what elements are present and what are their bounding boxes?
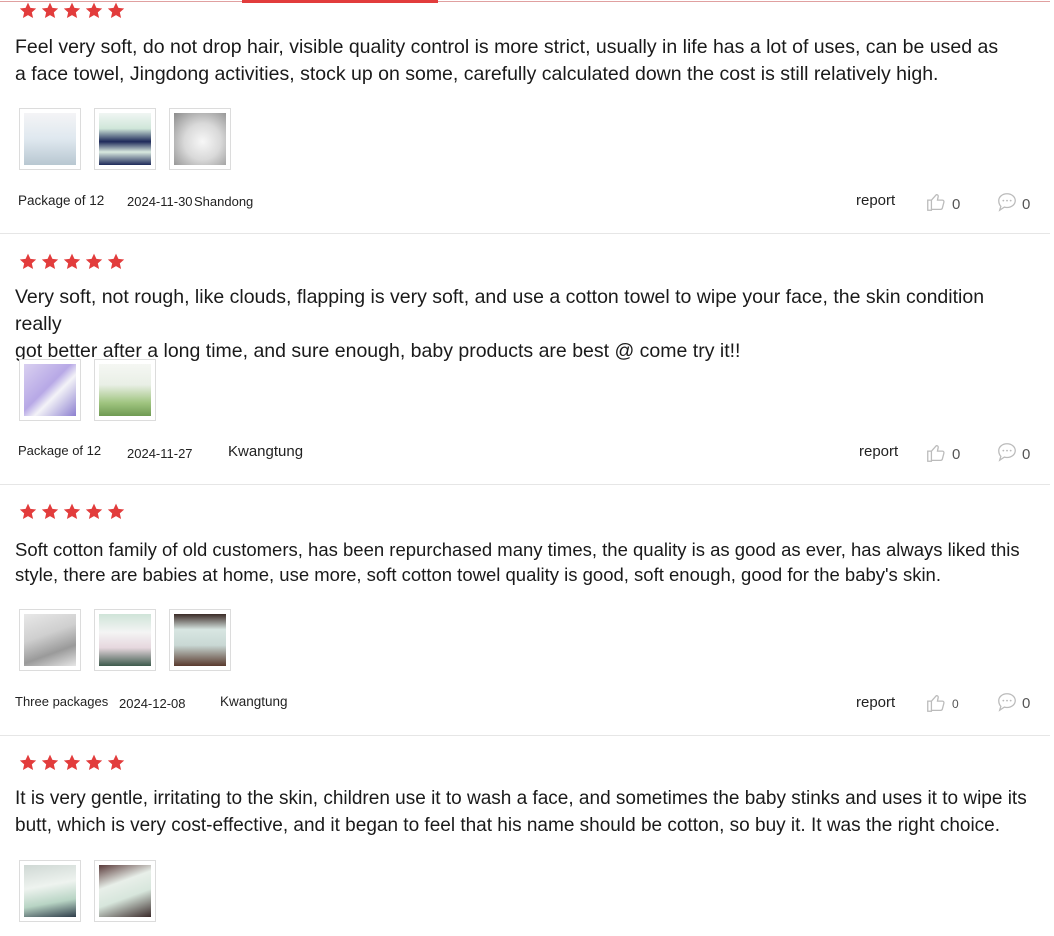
purchase-variant: Package of 12 bbox=[18, 193, 105, 208]
review-image[interactable] bbox=[19, 609, 81, 671]
star-icon bbox=[63, 253, 81, 269]
review-item: Very soft, not rough, like clouds, flapp… bbox=[0, 234, 1050, 485]
comment-icon[interactable] bbox=[996, 441, 1018, 463]
star-icon bbox=[41, 754, 59, 770]
review-image[interactable] bbox=[94, 609, 156, 671]
star-icon bbox=[41, 2, 59, 19]
review-image[interactable] bbox=[94, 108, 156, 170]
review-location: Shandong bbox=[194, 194, 254, 209]
star-icon bbox=[41, 253, 59, 269]
star-icon bbox=[41, 503, 59, 519]
purchase-variant: Three packages bbox=[15, 694, 109, 709]
review-image[interactable] bbox=[19, 860, 81, 922]
star-icon bbox=[85, 253, 103, 269]
review-image[interactable] bbox=[19, 108, 81, 170]
star-icon bbox=[19, 503, 37, 519]
star-icon bbox=[63, 2, 81, 19]
like-count: 0 bbox=[952, 446, 961, 463]
star-rating bbox=[18, 1, 126, 21]
review-image[interactable] bbox=[94, 860, 156, 922]
comment-count: 0 bbox=[1022, 446, 1031, 463]
star-icon bbox=[63, 754, 81, 770]
star-icon bbox=[85, 754, 103, 770]
star-icon bbox=[107, 503, 125, 519]
comment-icon[interactable] bbox=[996, 191, 1018, 213]
purchase-variant: Package of 12 bbox=[18, 443, 102, 458]
like-count: 0 bbox=[952, 697, 959, 711]
star-icon bbox=[107, 754, 125, 770]
review-text: Feel very soft, do not drop hair, visibl… bbox=[15, 36, 999, 85]
report-link[interactable]: report bbox=[856, 694, 895, 711]
review-item: It is very gentle, irritating to the ski… bbox=[0, 736, 1050, 936]
star-icon bbox=[19, 2, 37, 19]
star-rating bbox=[18, 252, 126, 272]
review-location: Kwangtung bbox=[220, 694, 288, 709]
review-images bbox=[19, 108, 231, 170]
star-icon bbox=[19, 754, 37, 770]
star-icon bbox=[107, 2, 125, 19]
report-link[interactable]: report bbox=[856, 192, 895, 209]
review-image[interactable] bbox=[169, 609, 231, 671]
review-date: 2024-11-27 bbox=[127, 446, 193, 461]
star-rating bbox=[18, 753, 126, 773]
thumbs-up-icon[interactable] bbox=[925, 442, 947, 464]
comment-count: 0 bbox=[1022, 695, 1031, 712]
star-icon bbox=[107, 253, 125, 269]
comment-icon[interactable] bbox=[996, 691, 1018, 713]
review-text: Very soft, not rough, like clouds, flapp… bbox=[15, 286, 985, 362]
star-icon bbox=[85, 503, 103, 519]
review-image[interactable] bbox=[94, 359, 156, 421]
thumbs-up-icon[interactable] bbox=[925, 692, 947, 714]
review-text: It is very gentle, irritating to the ski… bbox=[15, 788, 1027, 836]
review-images bbox=[19, 359, 156, 421]
like-count: 0 bbox=[952, 196, 961, 213]
review-location: Kwangtung bbox=[228, 443, 304, 460]
review-item: Feel very soft, do not drop hair, visibl… bbox=[0, 0, 1050, 234]
star-rating bbox=[18, 502, 126, 522]
star-icon bbox=[85, 2, 103, 19]
review-images bbox=[19, 609, 231, 671]
thumbs-up-icon[interactable] bbox=[925, 191, 947, 213]
review-image[interactable] bbox=[19, 359, 81, 421]
star-icon bbox=[63, 503, 81, 519]
review-item: Soft cotton family of old customers, has… bbox=[0, 485, 1050, 736]
review-image[interactable] bbox=[169, 108, 231, 170]
review-text: Soft cotton family of old customers, has… bbox=[15, 539, 1020, 585]
review-date: 2024-11-30 bbox=[127, 194, 193, 209]
review-images bbox=[19, 860, 156, 922]
star-icon bbox=[19, 253, 37, 269]
report-link[interactable]: report bbox=[859, 443, 898, 460]
review-date: 2024-12-08 bbox=[119, 696, 186, 711]
comment-count: 0 bbox=[1022, 196, 1031, 213]
